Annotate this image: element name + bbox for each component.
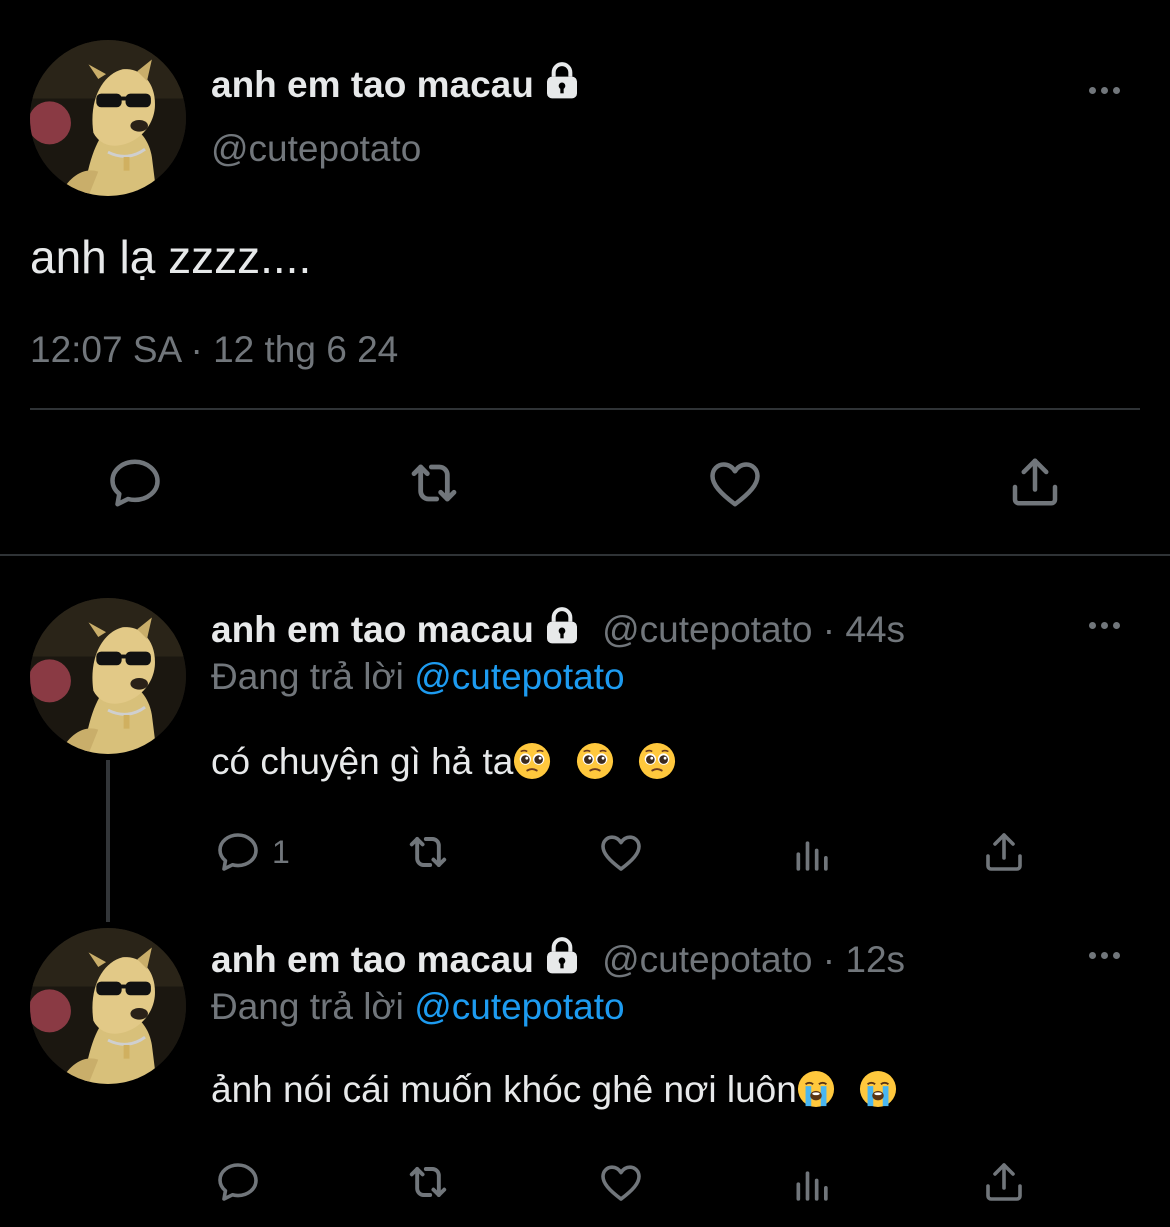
views-icon[interactable] xyxy=(791,1164,835,1208)
timestamp[interactable]: 12:07 SA · 12 thg 6 24 xyxy=(30,327,398,373)
reply-text-content: ảnh nói cái muốn khóc ghê nơi luôn xyxy=(211,1069,797,1110)
reply-header: anh em tao macau @cutepotato · 12s xyxy=(211,935,905,983)
avatar[interactable] xyxy=(30,40,186,196)
like-icon[interactable] xyxy=(597,1158,645,1206)
share-icon[interactable] xyxy=(1005,452,1065,512)
avatar[interactable] xyxy=(30,928,186,1084)
divider xyxy=(30,408,1140,410)
avatar[interactable] xyxy=(30,598,186,754)
reply-icon[interactable] xyxy=(105,453,165,513)
share-icon[interactable] xyxy=(980,1158,1028,1206)
replying-label: Đang trả lời xyxy=(211,986,404,1027)
display-name-text: anh em tao macau xyxy=(211,64,534,105)
section-divider xyxy=(0,554,1170,556)
lock-icon xyxy=(542,605,582,645)
tweet-age[interactable]: · 12s xyxy=(823,939,905,980)
loudly-crying-face-emoji xyxy=(859,1070,897,1108)
retweet-icon[interactable] xyxy=(402,451,466,515)
reply-header: anh em tao macau @cutepotato · 44s xyxy=(211,605,905,653)
lock-icon xyxy=(542,60,582,100)
handle[interactable]: @cutepotato xyxy=(602,939,812,980)
loudly-crying-face-emoji xyxy=(797,1070,835,1108)
reply-icon[interactable] xyxy=(214,1158,262,1206)
more-icon[interactable] xyxy=(1089,622,1120,629)
like-icon[interactable] xyxy=(705,453,765,513)
like-icon[interactable] xyxy=(597,828,645,876)
replying-to: Đang trả lời @cutepotato xyxy=(211,984,625,1030)
tweet-text: anh lạ zzzz.... xyxy=(30,231,312,283)
lock-icon xyxy=(542,935,582,975)
handle[interactable]: @cutepotato xyxy=(602,609,812,650)
retweet-icon[interactable] xyxy=(402,1156,454,1208)
pleading-face-emoji xyxy=(638,742,676,780)
share-icon[interactable] xyxy=(980,828,1028,876)
replying-label: Đang trả lời xyxy=(211,656,404,697)
more-icon[interactable] xyxy=(1089,952,1120,959)
reply-text: ảnh nói cái muốn khóc ghê nơi luôn xyxy=(211,1066,897,1114)
display-name[interactable]: anh em tao macau xyxy=(211,609,534,650)
reply-icon[interactable] xyxy=(214,828,262,876)
tweet-age[interactable]: · 44s xyxy=(823,609,905,650)
handle[interactable]: @cutepotato xyxy=(211,126,421,172)
pleading-face-emoji xyxy=(513,742,551,780)
reply-count: 1 xyxy=(272,834,290,870)
thread-line xyxy=(106,760,110,922)
replying-to: Đang trả lời @cutepotato xyxy=(211,654,625,700)
more-icon[interactable] xyxy=(1089,87,1120,94)
views-icon[interactable] xyxy=(791,834,835,878)
reply-text: có chuyện gì hả ta xyxy=(211,738,676,786)
display-name[interactable]: anh em tao macau xyxy=(211,60,582,108)
retweet-icon[interactable] xyxy=(402,826,454,878)
mention-link[interactable]: @cutepotato xyxy=(414,656,624,697)
display-name[interactable]: anh em tao macau xyxy=(211,939,534,980)
mention-link[interactable]: @cutepotato xyxy=(414,986,624,1027)
pleading-face-emoji xyxy=(576,742,614,780)
reply-text-content: có chuyện gì hả ta xyxy=(211,741,514,782)
